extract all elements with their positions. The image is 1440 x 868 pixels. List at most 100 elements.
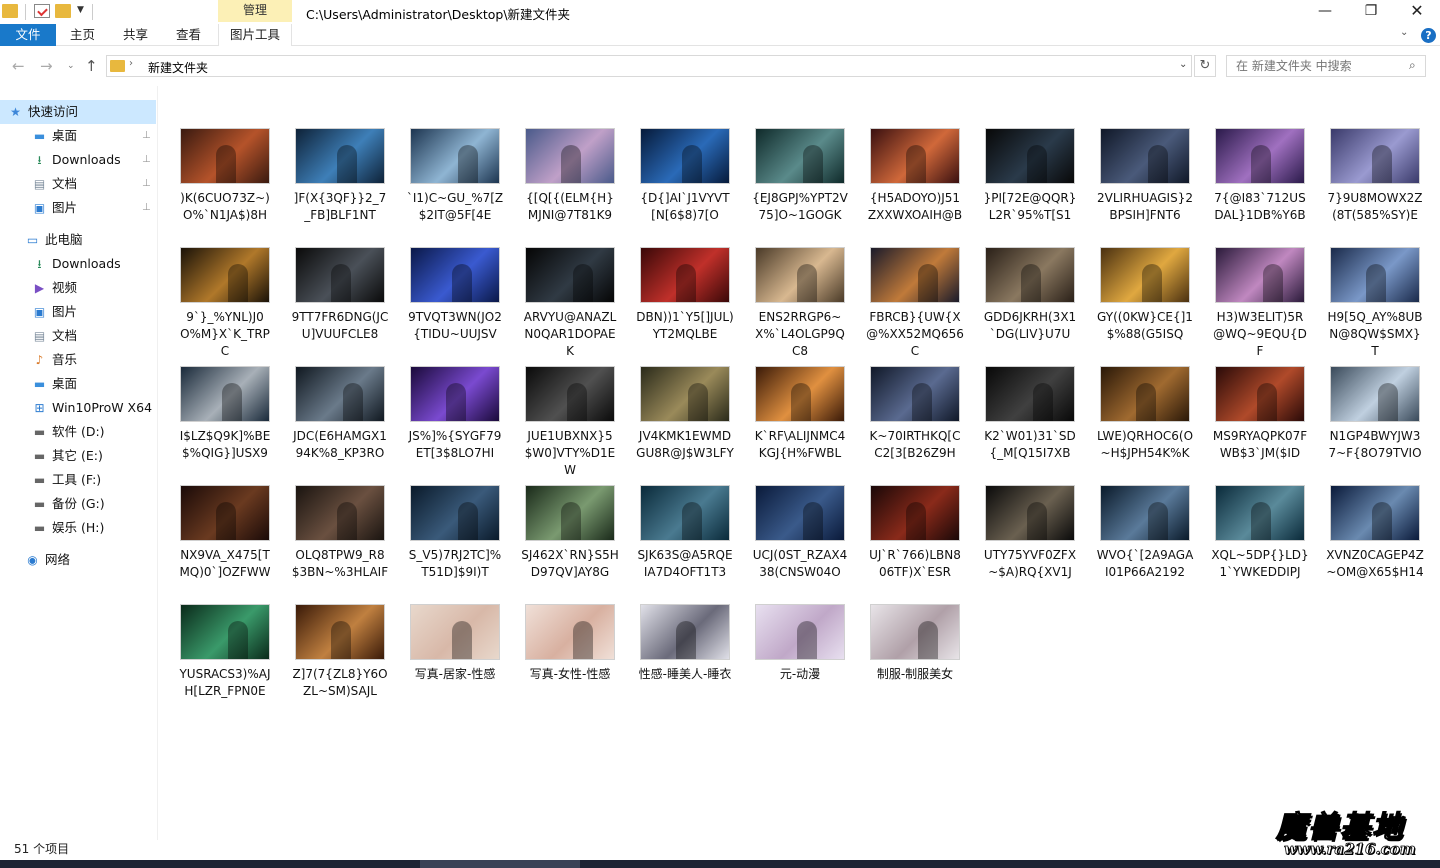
tab-file[interactable]: 文件 — [0, 24, 56, 46]
chevron-right-icon[interactable]: › — [129, 58, 133, 69]
image-thumbnail[interactable] — [295, 485, 385, 541]
image-thumbnail[interactable] — [755, 485, 845, 541]
image-thumbnail[interactable] — [180, 485, 270, 541]
image-thumbnail[interactable] — [985, 128, 1075, 184]
image-thumbnail[interactable] — [640, 485, 730, 541]
image-thumbnail[interactable] — [525, 128, 615, 184]
image-thumbnail[interactable] — [870, 604, 960, 660]
file-item[interactable]: ARVYU@ANAZLN0QAR1DOPAEK — [521, 205, 619, 358]
image-thumbnail[interactable] — [1330, 247, 1420, 303]
file-item[interactable]: K`RF\ALIJNMC4KGJ{H%FWBL — [751, 324, 849, 460]
sidebar-item[interactable]: ▬ 娱乐 (H:) — [0, 516, 156, 540]
maximize-button[interactable]: ❐ — [1348, 0, 1394, 24]
file-item[interactable]: 2VLIRHUAGIS}2BPSIH]FNT6 — [1096, 86, 1194, 222]
image-thumbnail[interactable] — [870, 366, 960, 422]
image-thumbnail[interactable] — [985, 247, 1075, 303]
file-item[interactable]: 9`}_%YNL)J0O%M}X`K_TRPC — [176, 205, 274, 358]
file-item[interactable]: {EJ8GPJ%YPT2V75]O~1GOGK — [751, 86, 849, 222]
file-item[interactable]: H3)W3ELIT)5R@WQ~9EQU{DF — [1211, 205, 1309, 358]
expand-ribbon-icon[interactable]: ⌄ — [1400, 27, 1408, 38]
file-item[interactable]: OLQ8TPW9_R8$3BN~%3HLAIF — [291, 443, 389, 579]
file-item[interactable]: GDD6JKRH(3X1`DG(LIV}U7U — [981, 205, 1079, 341]
address-path[interactable]: 新建文件夹 — [148, 59, 208, 76]
up-arrow-icon[interactable]: ↑ — [85, 57, 98, 75]
image-thumbnail[interactable] — [180, 128, 270, 184]
file-item[interactable]: 9TVQT3WN(JO2{TIDU~UUJSV — [406, 205, 504, 341]
image-thumbnail[interactable] — [180, 366, 270, 422]
image-thumbnail[interactable] — [295, 366, 385, 422]
image-thumbnail[interactable] — [640, 128, 730, 184]
image-thumbnail[interactable] — [1330, 128, 1420, 184]
sidebar-item[interactable]: ▤ 文档 — [0, 324, 156, 348]
minimize-button[interactable]: — — [1302, 0, 1348, 24]
file-item[interactable]: {D{]AI`J1VYVT[N[6$8)7[O — [636, 86, 734, 222]
image-thumbnail[interactable] — [180, 247, 270, 303]
file-item[interactable]: 9TT7FR6DNG(JCU]VUUFCLE8 — [291, 205, 389, 341]
image-thumbnail[interactable] — [180, 604, 270, 660]
image-thumbnail[interactable] — [1100, 366, 1190, 422]
file-item[interactable]: GY((0KW}CE{]1$%88(G5ISQ — [1096, 205, 1194, 341]
tab-share[interactable]: 共享 — [123, 24, 148, 46]
chevron-down-icon[interactable]: ⌄ — [1179, 59, 1187, 70]
search-input[interactable] — [1227, 56, 1405, 76]
file-item[interactable]: 写真-女性-性感 — [521, 562, 619, 681]
file-item[interactable]: 写真-居家-性感 — [406, 562, 504, 681]
sidebar-item[interactable]: ▤ 文档 ⊥ — [0, 172, 156, 196]
sidebar-item[interactable]: ♪ 音乐 — [0, 348, 156, 372]
chevron-down-icon[interactable]: ▼ — [77, 5, 84, 15]
refresh-icon[interactable]: ↻ — [1194, 55, 1216, 77]
properties-icon[interactable] — [34, 4, 50, 18]
file-item[interactable]: {[Q[{(ELM{H}MJNI@7T81K9 — [521, 86, 619, 222]
file-item[interactable]: S_V5)7RJ2TC]%T51D]$9I)T — [406, 443, 504, 579]
file-item[interactable]: XQL~5DP{}LD}1`YWKEDDIPJ — [1211, 443, 1309, 579]
image-thumbnail[interactable] — [755, 247, 845, 303]
image-thumbnail[interactable] — [870, 247, 960, 303]
image-thumbnail[interactable] — [525, 247, 615, 303]
search-box[interactable]: ⌕ — [1226, 55, 1426, 77]
file-item[interactable]: ENS2RRGP6~X%`L4OLGP9QC8 — [751, 205, 849, 358]
file-item[interactable]: JDC(E6HAMGX194K%8_KP3RO — [291, 324, 389, 460]
help-icon[interactable]: ? — [1421, 28, 1436, 43]
file-item[interactable]: JUE1UBXNX}5$W0]VTY%D1EW — [521, 324, 619, 477]
sidebar-item[interactable]: ▬ 备份 (G:) — [0, 492, 156, 516]
image-thumbnail[interactable] — [295, 128, 385, 184]
sidebar-item[interactable]: ⭳ Downloads — [0, 252, 156, 276]
sidebar-item[interactable]: ▬ 桌面 ⊥ — [0, 124, 156, 148]
file-item[interactable]: 7}9U8MOWX2Z(8T(585%SY)E — [1326, 86, 1424, 222]
image-thumbnail[interactable] — [640, 366, 730, 422]
sidebar-item[interactable]: ▬ 软件 (D:) — [0, 420, 156, 444]
image-thumbnail[interactable] — [1215, 247, 1305, 303]
image-thumbnail[interactable] — [1100, 128, 1190, 184]
file-item[interactable]: XVNZ0CAGEP4Z~OM@X65$H14 — [1326, 443, 1424, 579]
sidebar-item[interactable]: ⭳ Downloads ⊥ — [0, 148, 156, 172]
sidebar-item[interactable]: ▶ 视频 — [0, 276, 156, 300]
search-icon[interactable]: ⌕ — [1409, 58, 1416, 73]
file-item[interactable]: K2`W01)31`SD{_M[Q15I7XB — [981, 324, 1079, 460]
image-thumbnail[interactable] — [870, 485, 960, 541]
file-item[interactable]: UTY75YVF0ZFX~$A)RQ{XV1J — [981, 443, 1079, 579]
address-bar[interactable]: › 新建文件夹 ⌄ — [106, 55, 1192, 77]
forward-arrow-icon[interactable]: → — [40, 57, 53, 75]
image-thumbnail[interactable] — [870, 128, 960, 184]
image-thumbnail[interactable] — [1330, 366, 1420, 422]
file-item[interactable]: I$LZ$Q9K]%BE$%QIG}]USX9 — [176, 324, 274, 460]
file-item[interactable]: LWE)QRHOC6(O~H$JPH54K%K — [1096, 324, 1194, 460]
image-thumbnail[interactable] — [525, 366, 615, 422]
sidebar-item[interactable]: ★ 快速访问 — [0, 100, 156, 124]
image-thumbnail[interactable] — [985, 366, 1075, 422]
image-thumbnail[interactable] — [295, 604, 385, 660]
file-item[interactable]: )K(6CUO73Z~)O%`N1JA$)8H — [176, 86, 274, 222]
new-folder-icon[interactable] — [55, 4, 71, 18]
file-item[interactable]: {H5ADOYO)J51ZXXWXOAIH@B — [866, 86, 964, 222]
file-item[interactable]: WVO{`[2A9AGAI01P66A2192 — [1096, 443, 1194, 579]
file-item[interactable]: SJ462X`RN}S5HD97QV]AY8G — [521, 443, 619, 579]
file-item[interactable]: 性感-睡美人-睡衣 — [636, 562, 734, 681]
file-item[interactable]: FBRCB}{UW{X@%XX52MQ656C — [866, 205, 964, 358]
tab-picture-tools[interactable]: 图片工具 — [218, 24, 292, 46]
sidebar-item[interactable]: ▬ 桌面 — [0, 372, 156, 396]
sidebar-item[interactable]: ◉ 网络 — [0, 548, 156, 572]
image-thumbnail[interactable] — [525, 485, 615, 541]
image-thumbnail[interactable] — [1100, 247, 1190, 303]
image-thumbnail[interactable] — [410, 128, 500, 184]
tab-home[interactable]: 主页 — [70, 24, 95, 46]
